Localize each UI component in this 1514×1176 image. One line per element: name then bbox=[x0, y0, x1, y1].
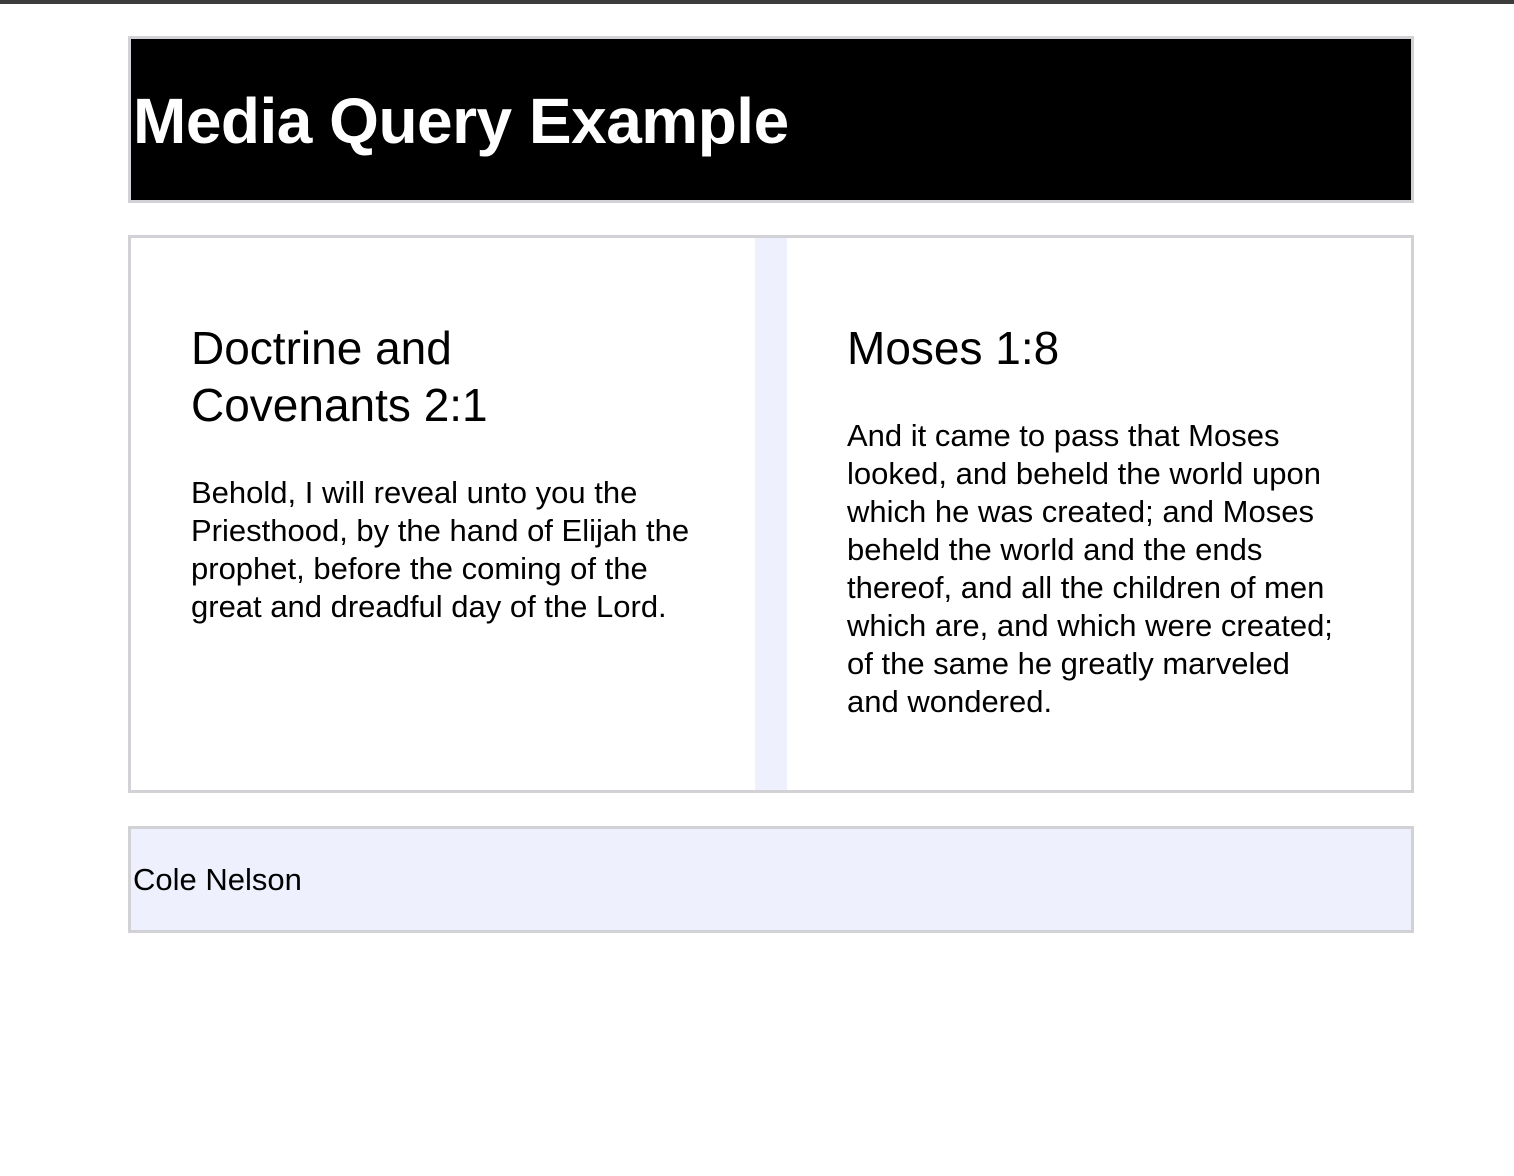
card-title: Moses 1:8 bbox=[847, 322, 1060, 374]
browser-top-edge bbox=[0, 0, 1514, 4]
card-doctrine-and-covenants: Doctrine and Covenants 2:1 Behold, I wil… bbox=[131, 238, 755, 790]
card-text: And it came to pass that Moses looked, a… bbox=[847, 418, 1333, 719]
column-gutter bbox=[755, 238, 787, 790]
page-header: Media Query Example bbox=[128, 36, 1414, 203]
page-title: Media Query Example bbox=[133, 85, 789, 157]
page-container: Media Query Example Doctrine and Covenan… bbox=[128, 36, 1414, 933]
content-section: Doctrine and Covenants 2:1 Behold, I wil… bbox=[128, 235, 1414, 793]
card-title: Doctrine and Covenants 2:1 bbox=[191, 322, 488, 431]
footer-author: Cole Nelson bbox=[133, 862, 302, 897]
card-moses: Moses 1:8 And it came to pass that Moses… bbox=[787, 238, 1411, 790]
page-footer: Cole Nelson bbox=[128, 826, 1414, 933]
card-text: Behold, I will reveal unto you the Pries… bbox=[191, 475, 690, 624]
